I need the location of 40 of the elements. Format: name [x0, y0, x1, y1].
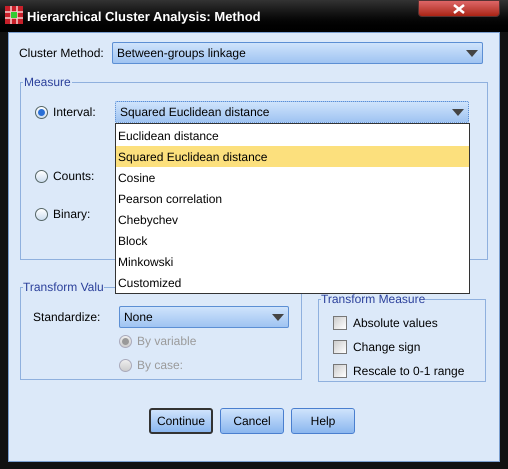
checkbox[interactable]	[333, 340, 347, 354]
dropdown-item[interactable]: Block	[116, 230, 469, 251]
checkbox-label: Rescale to 0-1 range	[353, 363, 464, 380]
dialog-button[interactable]: Cancel	[220, 408, 284, 434]
radio-button[interactable]	[35, 170, 48, 182]
dropdown-item[interactable]: Pearson correlation	[116, 188, 469, 209]
dropdown-item[interactable]: Chebychev	[116, 209, 469, 230]
group-title: Transform Measure	[321, 291, 426, 308]
measure-select[interactable]: Squared Euclidean distance	[115, 101, 469, 123]
dropdown-item[interactable]: Euclidean distance	[116, 125, 469, 146]
radio-button[interactable]	[35, 106, 48, 118]
window-title: Hierarchical Cluster Analysis: Method	[27, 8, 261, 26]
app-icon	[5, 6, 23, 24]
group-title: Transform Valu	[23, 279, 104, 296]
radio-label: Interval:	[53, 104, 96, 121]
standardize-select[interactable]: None	[119, 306, 289, 328]
caret-icon	[466, 50, 478, 56]
dialog-button[interactable]: Continue	[149, 408, 213, 434]
checkbox-label: Change sign	[353, 339, 420, 356]
radio-button[interactable]	[35, 208, 48, 220]
field-label: Cluster Method:	[19, 45, 105, 62]
checkbox[interactable]	[333, 364, 347, 378]
dropdown-item[interactable]: Minkowski	[116, 251, 469, 272]
field-label: Standardize:	[33, 309, 102, 326]
checkbox[interactable]	[333, 316, 347, 330]
dropdown-item[interactable]: Cosine	[116, 167, 469, 188]
dropdown-item[interactable]: Squared Euclidean distance	[116, 146, 469, 167]
radio-label: Counts:	[53, 168, 94, 185]
close-icon	[453, 4, 465, 14]
radio-label: By case:	[137, 357, 184, 374]
radio-label: By variable	[137, 333, 196, 350]
caret-icon	[452, 108, 464, 116]
dropdown-item[interactable]: Customized	[116, 272, 469, 293]
checkbox-label: Absolute values	[353, 315, 438, 332]
cluster-method-select[interactable]: Between-groups linkage	[112, 42, 483, 64]
dialog-button[interactable]: Help	[291, 408, 355, 434]
close-button[interactable]	[418, 0, 500, 17]
caret-icon	[272, 314, 284, 320]
radio-label: Binary:	[53, 206, 90, 223]
group-title: Measure	[23, 74, 72, 91]
